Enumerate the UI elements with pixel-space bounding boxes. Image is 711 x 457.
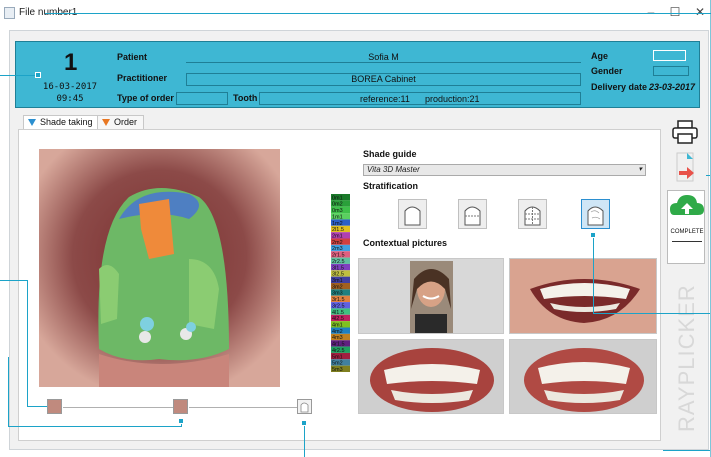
contextual-pictures-label: Contextual pictures [363,238,448,248]
callout-line [663,450,711,451]
send-button[interactable] [671,151,699,188]
tooth-outline-icon [404,206,421,226]
divider [672,241,702,242]
send-icon [676,152,694,182]
blue-triangle-icon [28,119,36,126]
gender-label: Gender [591,66,623,76]
tooth-outline-thumbnail[interactable] [297,399,312,414]
age-field[interactable] [653,50,686,61]
chevron-down-icon: ▾ [638,166,642,173]
contextual-picture-smile[interactable] [509,258,657,334]
shade-swatch-label: 5m3 [332,367,343,372]
stratification-label: Stratification [363,181,419,191]
tab-shade-taking-label: Shade taking [40,117,93,127]
tooth-layer-icon [464,206,481,226]
callout-line [593,313,711,314]
patient-label: Patient [117,52,148,62]
thumbnail-connector [189,407,297,408]
stratification-option-1[interactable] [398,199,427,229]
patient-header: 1 16-03-2017 09:45 Patient Sofia M Pract… [15,41,700,108]
rayplicker-logo: RAYPLICKER [666,282,706,434]
stratification-option-4[interactable] [581,199,610,229]
practitioner-field[interactable]: BOREA Cabinet [186,73,581,86]
tooth-reference: reference:11 [360,94,410,104]
tooth-shade-map-image[interactable] [39,149,280,387]
print-icon [672,120,698,144]
brand-text: RAYPLICKER [674,284,699,432]
order-date: 16-03-2017 [42,82,98,92]
order-time: 09:45 [56,94,84,104]
cloud-upload-icon [670,195,704,215]
delivery-date-value[interactable]: 23-03-2017 [649,82,695,92]
tab-shade-taking[interactable]: Shade taking [23,115,100,130]
thumbnail-connector [63,407,173,408]
callout-dot [590,232,596,238]
callout-line [45,13,711,14]
callout-line [27,406,47,407]
callout-line [0,75,38,76]
app-icon [4,7,15,19]
tooth-field[interactable]: reference:11 production:21 [259,92,581,105]
order-type-label: Type of order [117,93,174,103]
complete-label: COMPLETE [670,229,704,235]
maximize-button[interactable]: ☐ [665,5,685,19]
tab-order-label: Order [114,117,138,127]
age-label: Age [591,51,609,61]
photo-thumbnail-1[interactable] [47,399,62,414]
shade-scale-svg: 0m10m20m31m11m22l1.52m12m22m32r1.52r2.53… [331,194,350,373]
contextual-picture-retracted-2[interactable] [509,339,657,414]
orange-triangle-icon [102,119,110,126]
shade-guide-select[interactable]: Vita 3D Master ▾ [363,164,646,176]
callout-line [304,423,305,457]
shade-guide-label: Shade guide [363,149,417,159]
stratification-option-2[interactable] [458,199,487,229]
photo-thumbnail-2[interactable] [173,399,188,414]
complete-button[interactable]: COMPLETE [667,190,705,264]
callout-line [593,235,594,314]
practitioner-label: Practitioner [117,73,168,83]
gender-select[interactable] [653,66,689,76]
minimize-button[interactable]: – [641,5,661,19]
shade-guide-value: Vita 3D Master [367,165,420,174]
callout-line [8,426,182,427]
order-type-select[interactable] [176,92,228,105]
close-button[interactable]: ✕ [690,5,710,19]
callout-line [27,280,28,407]
tooth-grid-icon [524,206,541,226]
tab-order[interactable]: Order [97,115,145,129]
callout-dot [178,418,184,424]
callout-dot [35,72,41,78]
tooth-production: production:21 [425,94,480,104]
contextual-picture-portrait[interactable] [358,258,504,334]
tooth-label: Tooth [233,93,258,103]
tooth-detail-icon [587,206,604,226]
callout-line [8,357,9,427]
delivery-label: Delivery date [591,82,648,92]
callout-line [0,280,27,281]
callout-dot [301,420,307,426]
patient-field[interactable]: Sofia M [186,52,581,63]
file-number: 1 [64,49,78,76]
stratification-option-3[interactable] [518,199,547,229]
contextual-picture-retracted-1[interactable] [358,339,504,414]
shade-scale-legend: 0m1 0m2 0m3 1m1 1m2 2l1.5 2m1 2m2 2m3 2r1.5 2r2.5 3… [331,194,350,373]
print-button[interactable] [671,119,699,150]
